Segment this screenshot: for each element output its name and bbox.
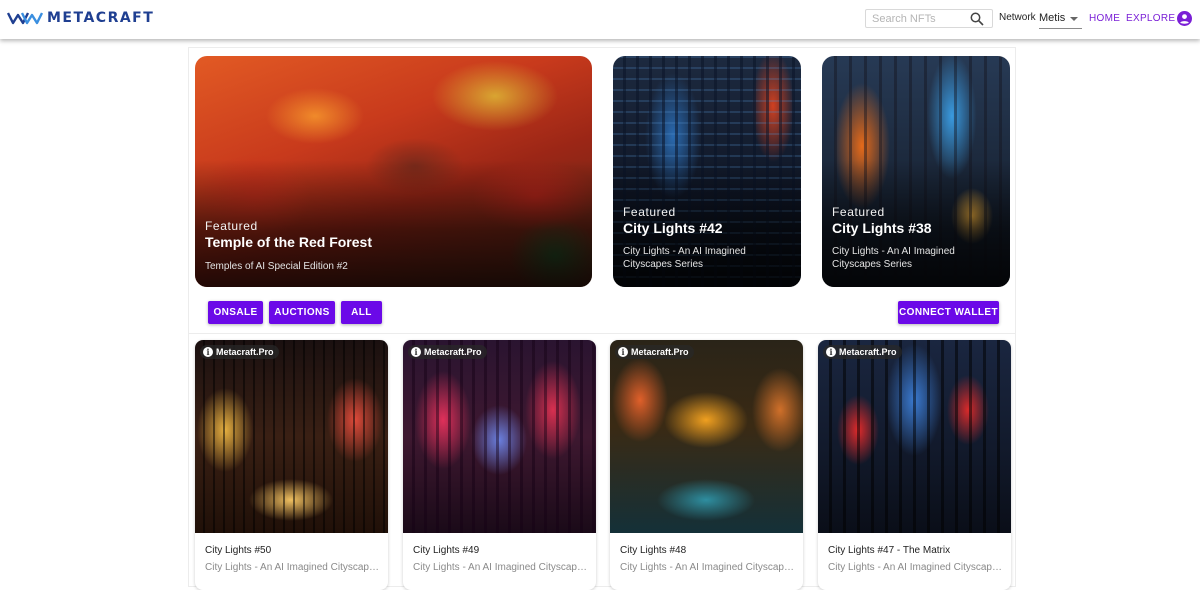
featured-title: City Lights #42	[623, 220, 723, 236]
nft-image[interactable]	[818, 340, 1011, 533]
section-divider	[189, 333, 1015, 334]
nft-collection: City Lights - An AI Imagined Cityscapes …	[620, 562, 795, 573]
nft-card[interactable]: i Metacraft.Pro City Lights #48 City Lig…	[610, 340, 803, 590]
creator-badge[interactable]: i Metacraft.Pro	[615, 345, 694, 359]
network-label: Network	[999, 12, 1036, 23]
creator-name: Metacraft.Pro	[839, 347, 897, 357]
top-app-bar: METACRAFT Network Metis HOME EXPLORE	[0, 0, 1200, 39]
featured-tag: Featured	[832, 205, 885, 219]
onsale-filter-button[interactable]: ONSALE	[208, 301, 263, 324]
account-icon[interactable]	[1177, 11, 1192, 26]
creator-name: Metacraft.Pro	[424, 347, 482, 357]
featured-title: Temple of the Red Forest	[205, 234, 372, 250]
nft-card[interactable]: i Metacraft.Pro City Lights #47 - The Ma…	[818, 340, 1011, 590]
featured-title: City Lights #38	[832, 220, 932, 236]
featured-card-temple[interactable]: Featured Temple of the Red Forest Temple…	[195, 56, 592, 287]
nav-explore-link[interactable]: EXPLORE	[1126, 13, 1175, 24]
featured-subtitle: City Lights - An AI Imagined Cityscapes …	[623, 246, 746, 270]
nft-title: City Lights #47 - The Matrix	[828, 545, 951, 556]
search-input[interactable]	[872, 12, 968, 26]
logo-link[interactable]: METACRAFT	[7, 9, 154, 27]
info-icon: i	[411, 347, 421, 357]
metacraft-logo-icon	[7, 12, 43, 25]
featured-card-city-lights-38[interactable]: Featured City Lights #38 City Lights - A…	[822, 56, 1010, 287]
nft-title: City Lights #49	[413, 545, 480, 556]
nft-image[interactable]	[403, 340, 596, 533]
nft-image[interactable]	[610, 340, 803, 533]
nft-image[interactable]	[195, 340, 388, 533]
nft-collection: City Lights - An AI Imagined Cityscapes …	[205, 562, 380, 573]
info-icon: i	[618, 347, 628, 357]
info-icon: i	[203, 347, 213, 357]
auctions-filter-button[interactable]: AUCTIONS	[269, 301, 335, 324]
search-icon[interactable]	[970, 12, 984, 26]
creator-name: Metacraft.Pro	[216, 347, 274, 357]
nav-home-link[interactable]: HOME	[1089, 13, 1120, 24]
logo-text: METACRAFT	[47, 10, 155, 26]
featured-card-city-lights-42[interactable]: Featured City Lights #42 City Lights - A…	[613, 56, 801, 287]
creator-badge[interactable]: i Metacraft.Pro	[408, 345, 487, 359]
nft-collection: City Lights - An AI Imagined Cityscapes …	[828, 562, 1003, 573]
featured-tag: Featured	[623, 205, 676, 219]
nft-card[interactable]: i Metacraft.Pro City Lights #50 City Lig…	[195, 340, 388, 590]
creator-badge[interactable]: i Metacraft.Pro	[823, 345, 902, 359]
network-select[interactable]: Metis	[1039, 10, 1082, 29]
nft-title: City Lights #48	[620, 545, 687, 556]
creator-name: Metacraft.Pro	[631, 347, 689, 357]
info-icon: i	[826, 347, 836, 357]
chevron-down-icon	[1070, 17, 1078, 21]
search-box	[865, 9, 993, 28]
nft-title: City Lights #50	[205, 545, 272, 556]
featured-subtitle: Temples of AI Special Edition #2	[205, 261, 348, 272]
creator-badge[interactable]: i Metacraft.Pro	[200, 345, 279, 359]
all-filter-button[interactable]: ALL	[341, 301, 382, 324]
featured-subtitle: City Lights - An AI Imagined Cityscapes …	[832, 246, 955, 270]
nft-card[interactable]: i Metacraft.Pro City Lights #49 City Lig…	[403, 340, 596, 590]
nft-collection: City Lights - An AI Imagined Cityscapes …	[413, 562, 588, 573]
network-value: Metis	[1039, 12, 1066, 24]
featured-tag: Featured	[205, 219, 258, 233]
connect-wallet-button[interactable]: CONNECT WALLET	[898, 301, 999, 324]
